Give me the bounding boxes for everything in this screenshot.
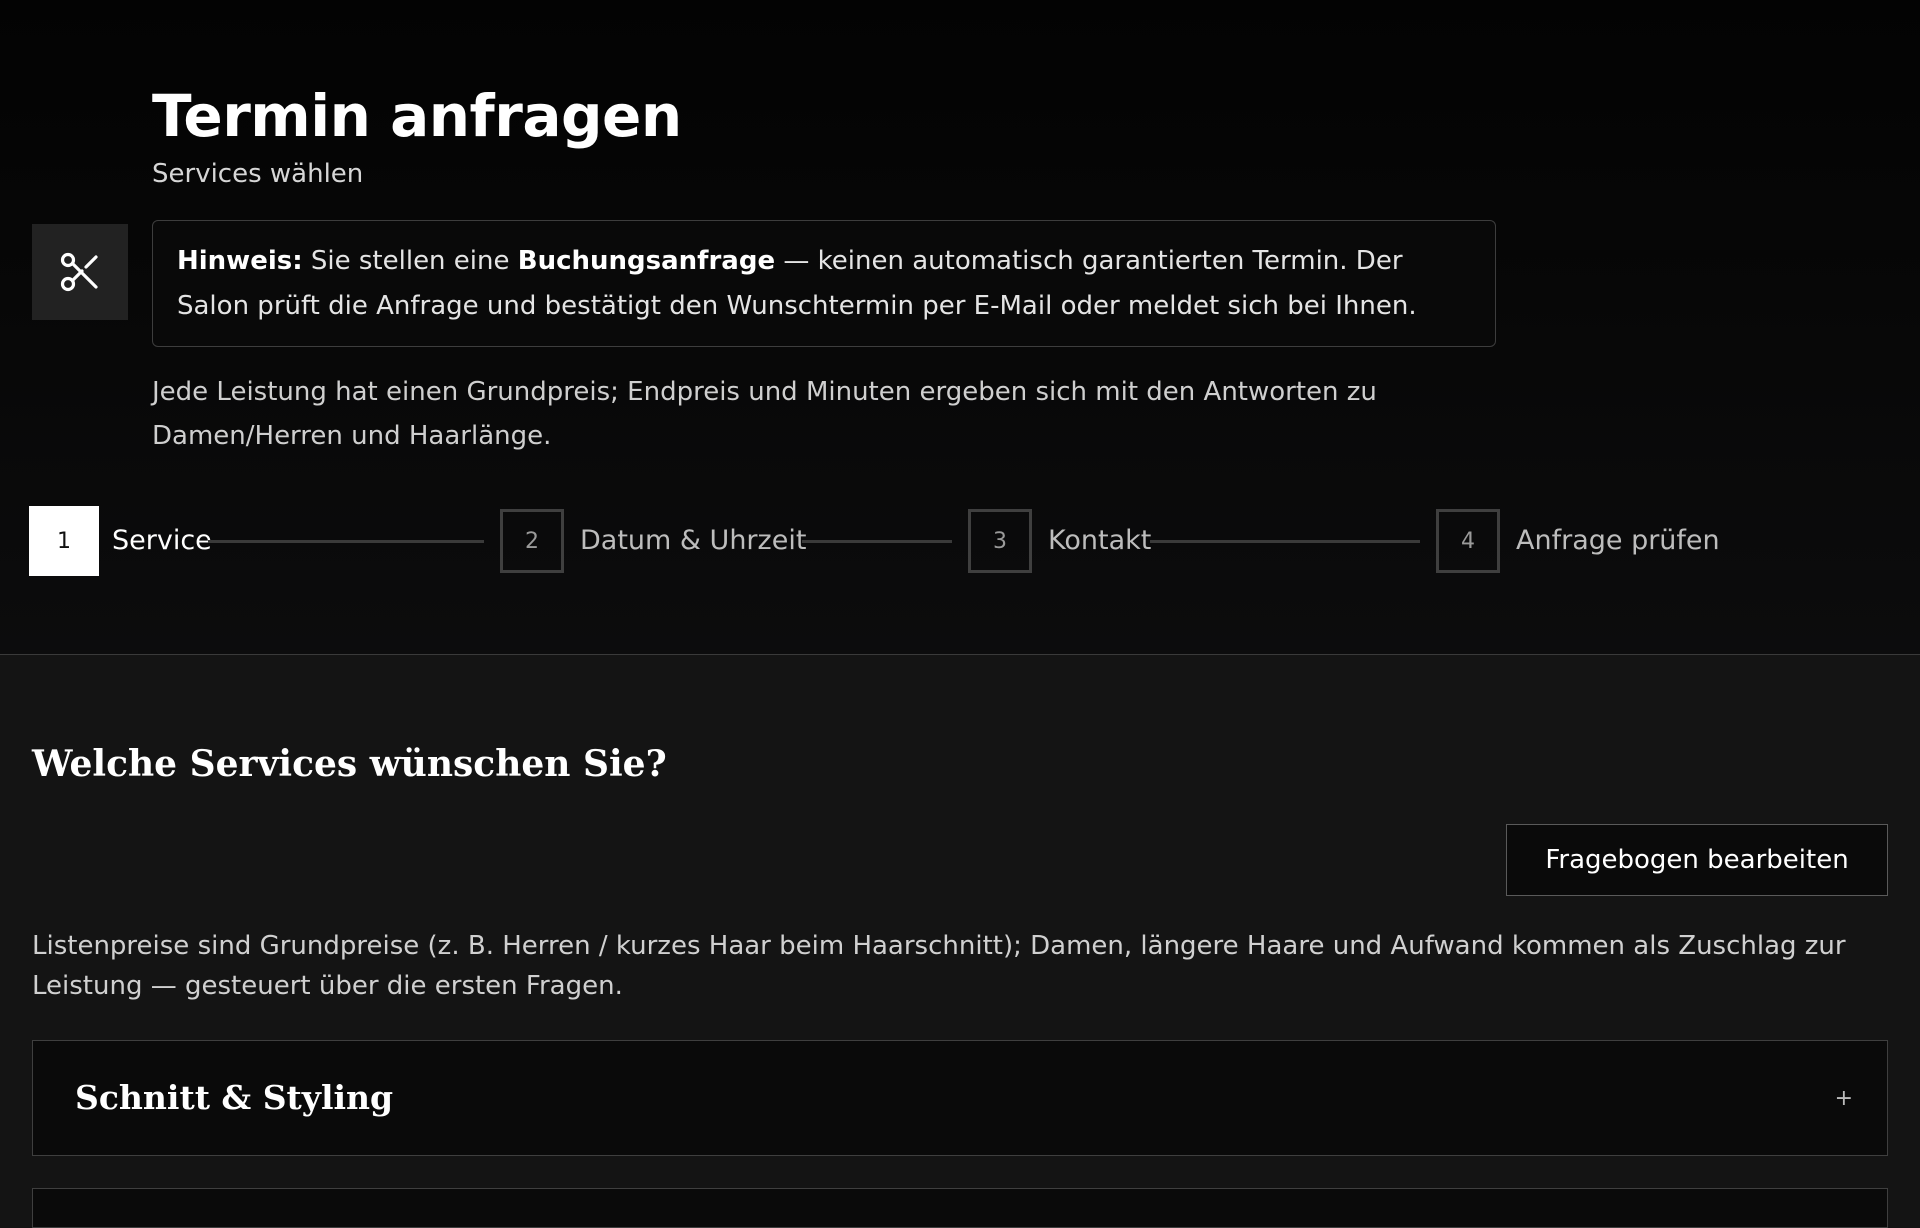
step-1-label[interactable]: Service — [112, 506, 212, 576]
notice-emphasis: Buchungsanfrage — [517, 246, 776, 276]
salon-logo — [32, 224, 128, 320]
page-subtitle: Services wählen — [152, 159, 364, 189]
step-connector — [208, 540, 484, 543]
step-4-number[interactable]: 4 — [1436, 509, 1500, 573]
category-title: Schnitt & Styling — [75, 1078, 394, 1117]
notice-label: Hinweis: — [177, 246, 303, 276]
page-title: Termin anfragen — [152, 82, 682, 150]
category-accordion[interactable] — [32, 1188, 1888, 1228]
booking-notice: Hinweis: Sie stellen eine Buchungsanfrag… — [152, 220, 1496, 347]
step-2-number[interactable]: 2 — [500, 509, 564, 573]
step-connector — [1150, 540, 1420, 543]
step-3-label[interactable]: Kontakt — [1048, 506, 1151, 576]
step-4-label[interactable]: Anfrage prüfen — [1516, 506, 1720, 576]
step-2-label[interactable]: Datum & Uhrzeit — [580, 506, 806, 576]
expand-icon[interactable]: + — [1835, 1079, 1853, 1119]
category-accordion[interactable]: Schnitt & Styling + — [32, 1040, 1888, 1156]
pricing-intro: Jede Leistung hat einen Grundpreis; Endp… — [152, 377, 1377, 451]
scissors-icon — [60, 252, 98, 292]
step-connector — [802, 540, 952, 543]
notice-text-before: Sie stellen eine — [310, 246, 510, 276]
step-1-number[interactable]: 1 — [29, 506, 99, 576]
edit-questionnaire-button[interactable]: Fragebogen bearbeiten — [1506, 824, 1888, 896]
hero-section: Termin anfragen Services wählen Hinweis:… — [0, 0, 1920, 655]
price-note: Listenpreise sind Grundpreise (z. B. Her… — [32, 931, 1846, 1001]
services-heading: Welche Services wünschen Sie? — [32, 743, 667, 785]
booking-stepper: 1 Service 2 Datum & Uhrzeit 3 Kontakt 4 … — [0, 505, 1920, 577]
step-3-number[interactable]: 3 — [968, 509, 1032, 573]
